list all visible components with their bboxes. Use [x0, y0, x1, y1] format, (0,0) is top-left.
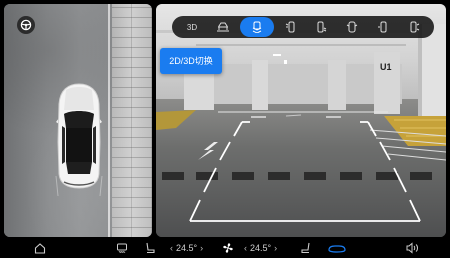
- mode-left-rear-button[interactable]: [307, 17, 335, 37]
- right-temp-value: 24.5°: [250, 243, 272, 253]
- car-left-rear-icon: [317, 21, 327, 33]
- seat-heat-right-button[interactable]: [300, 241, 312, 255]
- birds-eye-view: [4, 4, 152, 237]
- rear-defrost-button[interactable]: [116, 241, 128, 255]
- car-status-button[interactable]: [328, 241, 346, 255]
- switch-2d-3d-button[interactable]: 2D/3D切换: [160, 48, 222, 74]
- steering-wheel-button[interactable]: [17, 16, 35, 34]
- car-outline-icon: [328, 245, 346, 253]
- rear-defrost-icon: [117, 243, 127, 253]
- mode-side-button[interactable]: [400, 17, 428, 37]
- camera-mode-bar: 3D: [172, 16, 434, 38]
- seat-heat-left-button[interactable]: [144, 241, 156, 255]
- rear-camera-view: U1 3D 2D/3D切换: [156, 4, 446, 237]
- car-front-icon: [216, 22, 229, 32]
- seat-right-icon: [301, 242, 310, 254]
- car-right-rear-icon: [378, 21, 387, 33]
- left-temp-control: ‹ 24.5° ›: [170, 241, 203, 255]
- right-temp-down[interactable]: ‹: [244, 243, 247, 253]
- seat-icon: [146, 242, 155, 254]
- left-temp-value: 24.5°: [176, 243, 198, 253]
- left-temp-up[interactable]: ›: [200, 243, 203, 253]
- car-side-icon: [410, 21, 420, 33]
- pillar-label: U1: [380, 62, 392, 72]
- car-rear-camera-icon: [252, 21, 261, 33]
- rear-shadow: [55, 175, 103, 197]
- steering-wheel-icon: [20, 19, 32, 31]
- right-temp-control: ‹ 24.5° ›: [244, 241, 277, 255]
- bottom-bar: ‹ 24.5° › ‹ 24.5° ›: [0, 238, 450, 258]
- car-left-front-icon: [285, 21, 295, 33]
- camera-scene: [156, 24, 446, 222]
- mode-front-button[interactable]: [209, 17, 237, 37]
- fan-button[interactable]: [222, 241, 234, 255]
- fan-icon: [223, 243, 233, 253]
- mode-right-front-button[interactable]: [338, 17, 366, 37]
- mode-right-rear-button[interactable]: [369, 17, 397, 37]
- left-temp-down[interactable]: ‹: [170, 243, 173, 253]
- parking-guide-lines: [189, 121, 421, 222]
- mode-rear-button[interactable]: [239, 17, 274, 37]
- mode-3d-label: 3D: [186, 22, 198, 32]
- car-right-front-icon: [346, 21, 358, 33]
- mode-3d-button[interactable]: 3D: [178, 17, 206, 37]
- home-icon: [34, 243, 46, 254]
- volume-button[interactable]: [406, 241, 420, 255]
- home-button[interactable]: [34, 241, 46, 255]
- right-temp-up[interactable]: ›: [274, 243, 277, 253]
- mode-left-front-button[interactable]: [277, 17, 305, 37]
- speaker-icon: [406, 242, 418, 254]
